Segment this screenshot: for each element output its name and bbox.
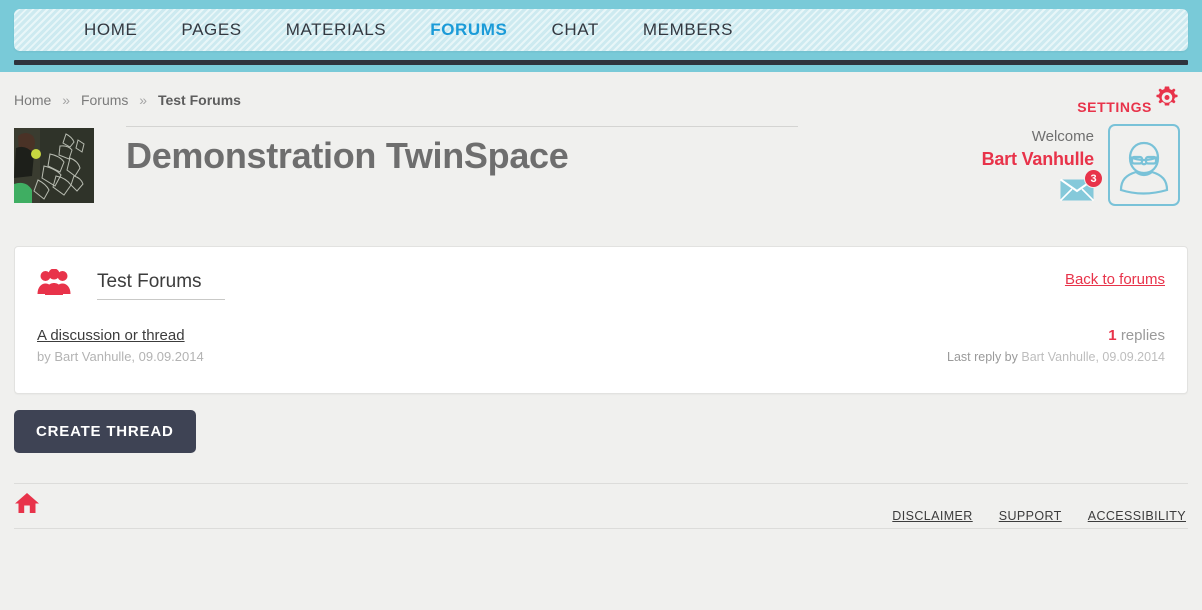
back-to-forums-link[interactable]: Back to forums: [1065, 271, 1165, 288]
messages-button[interactable]: 3: [1059, 169, 1103, 207]
create-thread-button[interactable]: CREATE THREAD: [14, 410, 196, 453]
footer-links: DISCLAIMER SUPPORT ACCESSIBILITY: [892, 509, 1186, 523]
nav-item-pages[interactable]: PAGES: [159, 20, 263, 40]
page-container: Home » Forums » Test Forums SETTINGS Dem…: [0, 72, 1202, 529]
settings-label: SETTINGS: [1077, 98, 1152, 115]
nav-item-home[interactable]: HOME: [62, 20, 159, 40]
forum-card: Test Forums Back to forums A discussion …: [14, 246, 1188, 394]
breadcrumb-separator: »: [139, 92, 148, 108]
last-reply-author: Bart Vanhulle, 09.09.2014: [1021, 350, 1165, 364]
gear-icon: [1154, 86, 1180, 117]
nav-divider-bar: [14, 60, 1188, 65]
replies-label: replies: [1120, 327, 1165, 344]
footer-inner: DISCLAIMER SUPPORT ACCESSIBILITY: [14, 483, 1188, 527]
space-title-wrap: Demonstration TwinSpace: [126, 126, 806, 177]
breadcrumb-item-current: Test Forums: [157, 92, 241, 108]
last-reply-line: Last reply by Bart Vanhulle, 09.09.2014: [947, 350, 1165, 364]
forum-card-header: Test Forums Back to forums: [37, 265, 1165, 305]
user-text-block: Welcome Bart Vanhulle 3: [982, 124, 1108, 207]
top-nav-band: HOME PAGES MATERIALS FORUMS CHAT MEMBERS: [0, 0, 1202, 72]
nav-item-forums[interactable]: FORUMS: [408, 20, 529, 40]
footer-link-disclaimer[interactable]: DISCLAIMER: [892, 509, 972, 523]
breadcrumb-separator: »: [62, 92, 71, 108]
message-count-badge: 3: [1084, 169, 1103, 188]
last-reply-prefix: Last reply by: [947, 350, 1022, 364]
breadcrumb: Home » Forums » Test Forums: [14, 92, 1188, 108]
breadcrumb-item-forums[interactable]: Forums: [81, 92, 128, 108]
space-header: Demonstration TwinSpace Welcome Bart Van…: [14, 118, 1188, 228]
welcome-label: Welcome: [1031, 128, 1094, 145]
user-name[interactable]: Bart Vanhulle: [982, 149, 1095, 170]
nav-item-materials[interactable]: MATERIALS: [264, 20, 409, 40]
main-navigation: HOME PAGES MATERIALS FORUMS CHAT MEMBERS: [14, 9, 1188, 51]
footer-link-support[interactable]: SUPPORT: [999, 509, 1062, 523]
replies-count: 1: [1108, 327, 1117, 344]
forum-name-wrap: Test Forums: [97, 271, 225, 300]
page-title: Demonstration TwinSpace: [126, 135, 569, 176]
nav-item-chat[interactable]: CHAT: [530, 20, 621, 40]
page-footer: DISCLAIMER SUPPORT ACCESSIBILITY: [14, 483, 1188, 529]
breadcrumb-row: Home » Forums » Test Forums SETTINGS: [14, 72, 1188, 115]
table-row: A discussion or thread by Bart Vanhulle,…: [37, 327, 1165, 373]
user-panel: Welcome Bart Vanhulle 3: [982, 124, 1180, 207]
group-people-icon: [37, 268, 71, 302]
home-icon[interactable]: [14, 492, 40, 519]
replies-line: 1 replies: [947, 327, 1165, 344]
thread-stats: 1 replies Last reply by Bart Vanhulle, 0…: [947, 327, 1165, 364]
envelope-icon: [1059, 178, 1095, 206]
breadcrumb-item-home[interactable]: Home: [14, 92, 51, 108]
twinspace-thumbnail: [14, 128, 94, 203]
avatar[interactable]: [1108, 124, 1180, 206]
title-divider: [126, 126, 798, 127]
nav-item-members[interactable]: MEMBERS: [621, 20, 755, 40]
forum-name: Test Forums: [97, 270, 202, 292]
footer-bottom-divider: [14, 528, 1188, 529]
forum-name-divider: [97, 298, 225, 300]
footer-link-accessibility[interactable]: ACCESSIBILITY: [1088, 509, 1186, 523]
